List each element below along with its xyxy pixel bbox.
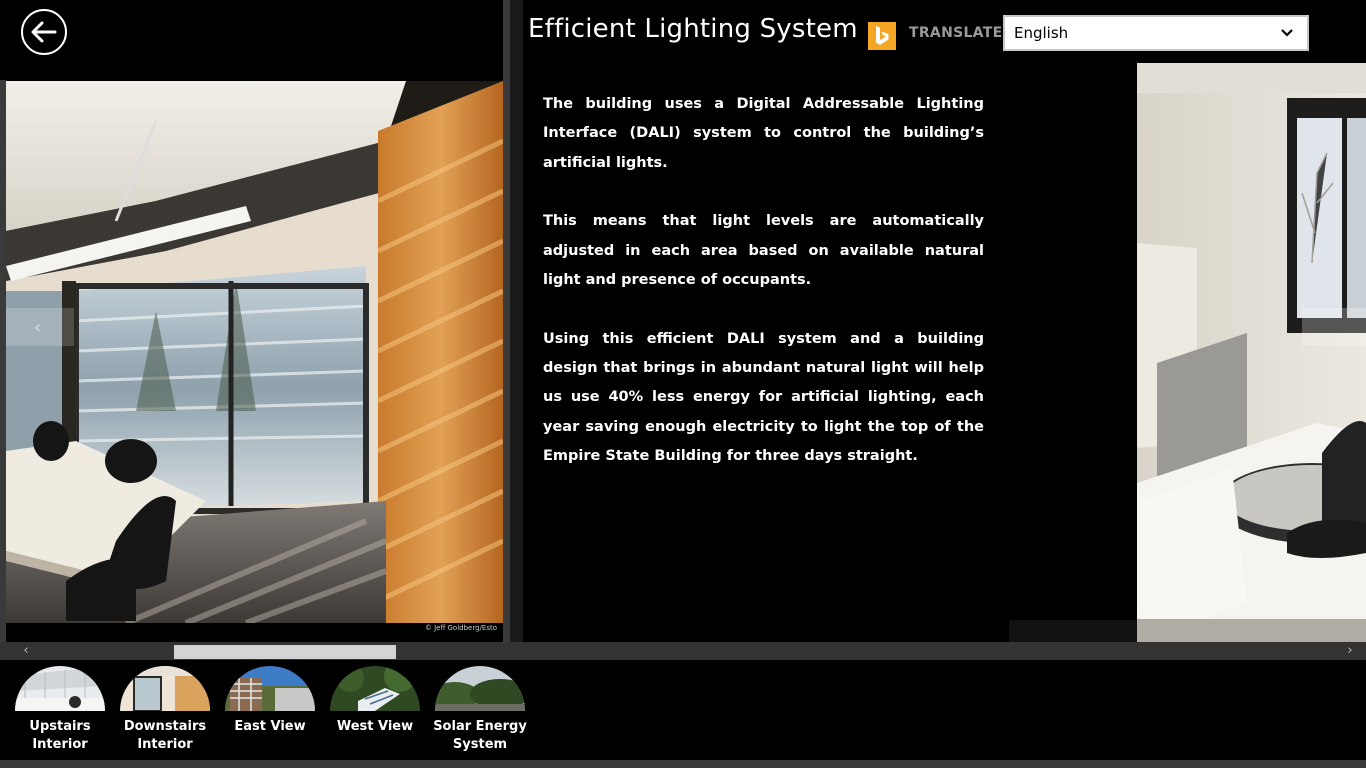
nav-item-east-view[interactable]: East View [218,666,322,736]
upstairs-interior-thumbnail [15,666,105,711]
scrollbar-thumb[interactable] [174,645,396,659]
article-body: The building uses a Digital Addressable … [543,90,984,501]
page-title: Efficient Lighting System [528,14,858,44]
chevron-down-icon [1281,29,1293,37]
downstairs-interior-thumbnail [120,666,210,711]
nav-item-solar-energy-system[interactable]: Solar Energy System [428,666,532,754]
solar-energy-system-thumbnail [435,666,525,711]
chevron-left-icon: ‹ [34,316,42,338]
back-button[interactable] [21,9,67,55]
nav-label-line: Upstairs [29,719,91,734]
east-view-thumbnail [225,666,315,711]
scroll-right-arrow-icon[interactable]: › [1342,643,1358,659]
nav-item-upstairs-interior[interactable]: Upstairs Interior [8,666,112,754]
previous-image-button[interactable]: ‹ [6,308,74,346]
back-arrow-icon [31,21,57,43]
nav-label-line: Solar Energy [433,719,527,734]
nav-label-line: Interior [137,737,193,752]
nav-label-line: Interior [32,737,88,752]
nav-item-west-view[interactable]: West View [323,666,427,736]
panel-footer-strip [1009,620,1137,642]
article-paragraph: The building uses a Digital Addressable … [543,96,984,171]
nav-label-line: East View [234,719,306,734]
nav-label-line: Downstairs [123,719,207,734]
nav-item-downstairs-interior[interactable]: Downstairs Interior [113,666,217,754]
article-paragraph: Using this efficient DALI system and a b… [543,330,984,464]
next-image-button[interactable]: › [1302,308,1366,346]
bing-logo-icon [868,22,896,50]
cubicle-photo [1137,63,1366,642]
photo-credit-bar: © Jeff Goldberg/Esto [6,623,503,642]
nav-label-line: System [452,737,508,752]
translate-label: TRANSLATE [909,25,1003,41]
photo-credit: © Jeff Goldberg/Esto [424,624,497,632]
language-select-value: English [1014,24,1069,42]
article-paragraph: This means that light levels are automat… [543,213,984,288]
bottom-edge [0,760,1366,768]
panel-divider-inner [510,0,523,642]
language-select[interactable]: English [1003,15,1309,51]
nav-label-line: West View [336,719,414,734]
west-view-thumbnail [330,666,420,711]
scroll-left-arrow-icon[interactable]: ‹ [18,643,34,659]
office-photo [6,81,503,623]
chevron-right-icon: › [1334,316,1342,338]
